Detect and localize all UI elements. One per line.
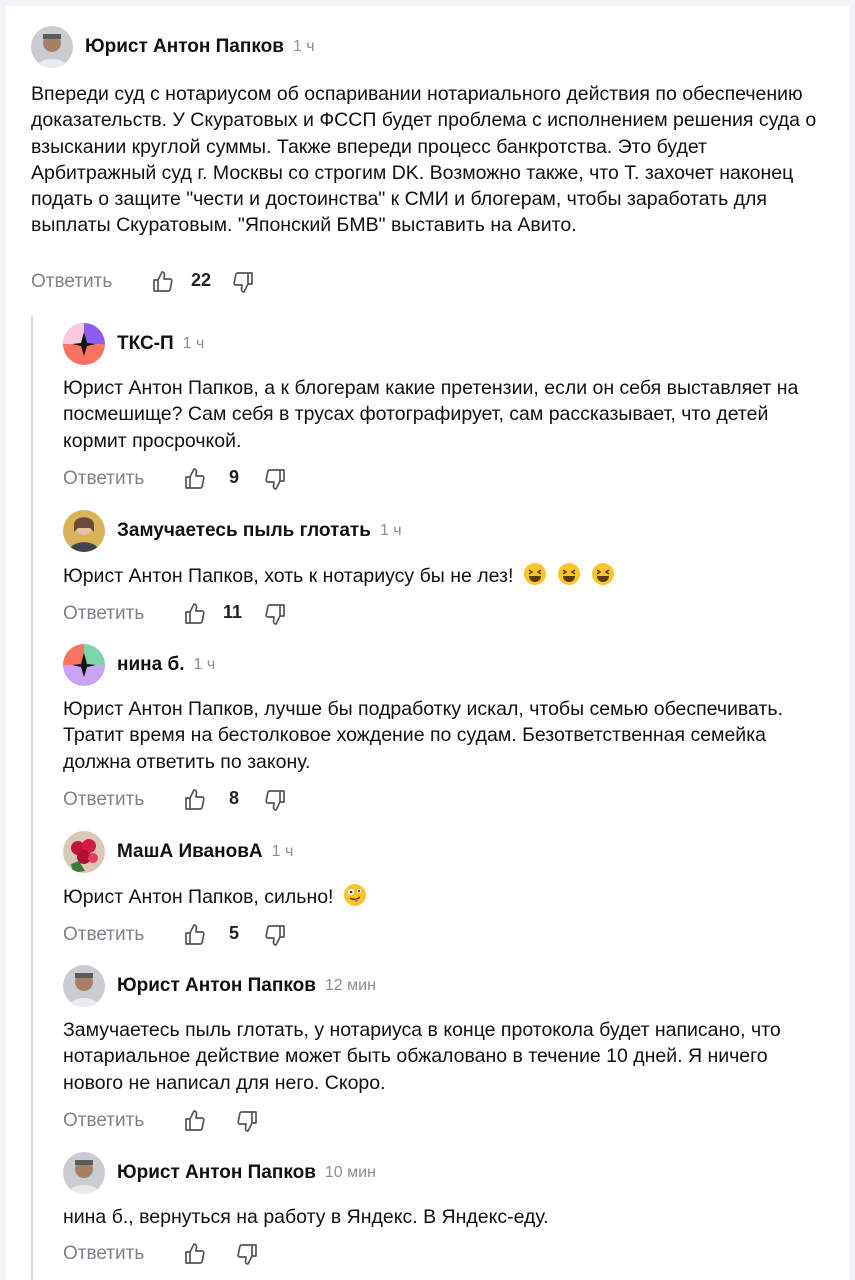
thumbs-up-icon[interactable] <box>151 270 175 294</box>
comment: МашА ИвановА 1 ч Юрист Антон Папков, сил… <box>6 831 849 951</box>
author-name[interactable]: Юрист Антон Папков <box>117 1162 316 1184</box>
comment-text: Юрист Антон Папков, а к блогерам какие п… <box>63 377 799 452</box>
comment: Юрист Антон Папков 1 ч Впереди суд с нот… <box>6 26 849 296</box>
laughing-face-icon <box>558 563 581 585</box>
thumbs-down-icon[interactable] <box>263 923 287 947</box>
comment: Юрист Антон Папков 12 мин Замучаетесь пы… <box>6 965 849 1135</box>
reply-button[interactable]: Ответить <box>63 1110 144 1132</box>
reply-button[interactable]: Ответить <box>63 603 144 625</box>
comment-time: 1 ч <box>182 335 205 352</box>
comment: Юрист Антон Папков 10 мин нина б., верну… <box>6 1152 849 1272</box>
comment-time: 1 ч <box>292 38 315 55</box>
thumbs-up-icon[interactable] <box>183 467 207 491</box>
avatar[interactable] <box>31 26 73 68</box>
thumbs-down-icon[interactable] <box>231 270 255 294</box>
avatar[interactable] <box>63 644 105 686</box>
likes-count: 9 <box>229 467 240 487</box>
comment-time: 12 мин <box>324 977 376 994</box>
comment-text: Юрист Антон Папков, сильно! <box>63 883 823 910</box>
comment-text: Замучаетесь пыль глотать, у нотариуса в … <box>63 1019 781 1094</box>
comment: нина б. 1 ч Юрист Антон Папков, лучше бы… <box>6 644 849 814</box>
comment-header: ТКС-П 1 ч <box>63 323 204 365</box>
comment: Замучаетесь пыль глотать 1 ч Юрист Антон… <box>6 510 849 630</box>
comment-text: Юрист Антон Папков, лучше бы подработку … <box>63 698 783 773</box>
thumbs-up-icon[interactable] <box>183 923 207 947</box>
author-name[interactable]: Юрист Антон Папков <box>117 975 316 997</box>
comment-text-body: Юрист Антон Папков, сильно! <box>63 886 334 908</box>
avatar[interactable] <box>63 323 105 365</box>
comment-actions: Ответить 5 <box>63 921 363 949</box>
comment-time: 1 ч <box>193 656 216 673</box>
thumbs-down-icon[interactable] <box>263 788 287 812</box>
comment-time: 1 ч <box>379 522 402 539</box>
comment-actions: Ответить 8 <box>63 786 363 814</box>
thumbs-up-icon[interactable] <box>183 788 207 812</box>
comment-header: Юрист Антон Папков 1 ч <box>31 26 315 68</box>
likes-count: 11 <box>223 602 243 622</box>
thumbs-down-icon[interactable] <box>263 602 287 626</box>
laughing-face-icon <box>592 563 615 585</box>
comment-actions: Ответить 9 <box>63 465 363 493</box>
comment-header: Юрист Антон Папков 10 мин <box>63 1152 376 1194</box>
thumbs-up-icon[interactable] <box>183 1109 207 1133</box>
author-name[interactable]: ТКС-П <box>117 333 174 355</box>
comment-text-body: Юрист Антон Папков, хоть к нотариусу бы … <box>63 565 514 587</box>
avatar[interactable] <box>63 965 105 1007</box>
likes-count: 22 <box>191 270 212 290</box>
comment-header: Юрист Антон Папков 12 мин <box>63 965 376 1007</box>
laughing-face-icon <box>524 563 547 585</box>
author-name[interactable]: нина б. <box>117 654 185 676</box>
thumbs-up-icon[interactable] <box>183 1242 207 1266</box>
reply-button[interactable]: Ответить <box>63 1243 144 1265</box>
comment-header: Замучаетесь пыль глотать 1 ч <box>63 510 402 552</box>
avatar[interactable] <box>63 831 105 873</box>
comment-text: нина б., вернуться на работу в Яндекс. В… <box>63 1206 549 1228</box>
likes-count: 5 <box>229 923 240 943</box>
avatar[interactable] <box>63 510 105 552</box>
author-name[interactable]: МашА ИвановА <box>117 841 263 863</box>
zany-face-icon <box>344 884 367 906</box>
likes-count: 8 <box>229 788 240 808</box>
comment-actions: Ответить <box>63 1107 363 1135</box>
reply-button[interactable]: Ответить <box>63 468 144 490</box>
comment-text: Юрист Антон Папков, хоть к нотариусу бы … <box>63 562 823 589</box>
reply-button[interactable]: Ответить <box>63 789 144 811</box>
reply-button[interactable]: Ответить <box>63 924 144 946</box>
comment-header: МашА ИвановА 1 ч <box>63 831 293 873</box>
comments-card: Юрист Антон Папков 1 ч Впереди суд с нот… <box>6 6 849 1280</box>
comment-time: 10 мин <box>324 1164 376 1181</box>
comment-actions: Ответить 11 <box>63 600 363 628</box>
comment: ТКС-П 1 ч Юрист Антон Папков, а к блогер… <box>6 323 849 503</box>
reply-button[interactable]: Ответить <box>31 271 112 293</box>
author-name[interactable]: Юрист Антон Папков <box>85 36 284 58</box>
thumbs-down-icon[interactable] <box>235 1109 259 1133</box>
comment-actions: Ответить 22 <box>31 268 331 296</box>
thumbs-up-icon[interactable] <box>183 602 207 626</box>
thumbs-down-icon[interactable] <box>263 467 287 491</box>
comment-actions: Ответить <box>63 1240 363 1268</box>
thumbs-down-icon[interactable] <box>235 1242 259 1266</box>
comment-header: нина б. 1 ч <box>63 644 215 686</box>
comment-text: Впереди суд с нотариусом об оспаривании … <box>31 83 817 237</box>
comment-time: 1 ч <box>271 843 294 860</box>
author-name[interactable]: Замучаетесь пыль глотать <box>117 520 371 542</box>
avatar[interactable] <box>63 1152 105 1194</box>
